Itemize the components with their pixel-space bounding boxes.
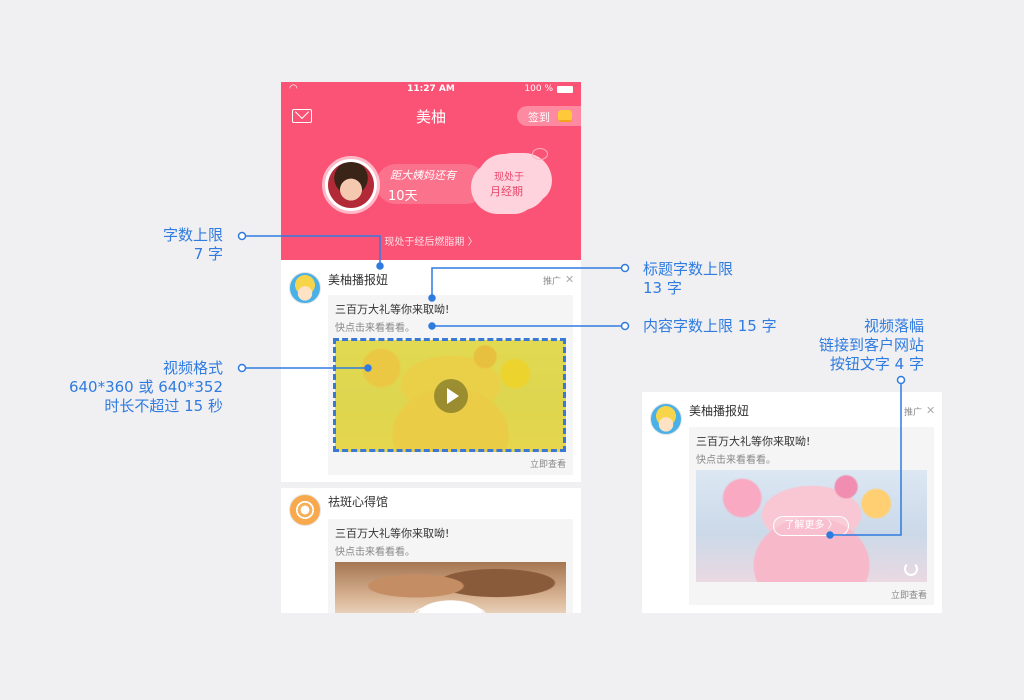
ad-content: 快点击来看看看。 [335,323,415,334]
avatar-photo [328,162,374,208]
annotation-line: 13 字 [643,279,682,297]
countdown-text: 距大姨妈还有 [390,169,456,182]
checkin-button[interactable]: 签到 [517,106,581,126]
ad-card[interactable]: 三百万大礼等你来取呦! 快点击来看看看。 [328,519,573,613]
hero-header: ◠ 11:27 AM 100 % 美柚 签到 距大姨妈还有 10天 现处于 月经… [281,82,581,260]
coins-icon [558,110,572,122]
post-avatar[interactable] [289,272,321,304]
promo-badge: 推广 [904,408,923,418]
phase-cloud[interactable]: 现处于 月经期 [477,148,548,210]
ad-title: 三百万大礼等你来取呦! [696,435,811,448]
annotation-line: 按钮文字 4 字 [829,355,924,373]
nav-bar: 美柚 签到 [281,102,581,130]
ad-image[interactable] [335,562,566,613]
annotation-line: 字数上限 [162,226,223,244]
close-icon[interactable]: ✕ [565,273,574,286]
learn-more-button[interactable]: 了解更多 〉 [773,516,849,536]
annotation-line: 标题字数上限 [643,260,734,278]
ad-title: 三百万大礼等你来取呦! [335,303,450,316]
annotation-video-format: 视频格式 640*360 或 640*352 时长不超过 15 秒 [40,359,223,416]
view-now-link[interactable]: 立即查看 [530,457,566,470]
video-dash-frame [333,338,566,452]
annotation-line: 时长不超过 15 秒 [104,397,223,415]
annotation-line: 链接到客户网站 [818,336,924,354]
period-countdown: 距大姨妈还有 10天 [376,164,486,204]
endcard-preview: 美柚播报妞 推广 ✕ 三百万大礼等你来取呦! 快点击来看看看。 了解更多 〉 立… [642,392,942,613]
post-author[interactable]: 美柚播报妞 [328,271,388,288]
cloud-line1: 现处于 [494,172,524,183]
checkin-label: 签到 [528,111,550,124]
promo-badge: 推广 [543,277,562,287]
annotation-line: 视频落幅 [863,317,924,335]
post-author[interactable]: 祛斑心得馆 [328,493,388,510]
ad-card[interactable]: 三百万大礼等你来取呦! 快点击来看看看。 了解更多 〉 立即查看 [689,427,934,605]
bow-icon [532,148,548,160]
annotation-line: 640*360 或 640*352 [68,378,223,396]
ad-content: 快点击来看看看。 [335,547,415,558]
cloud-line2: 月经期 [490,185,523,198]
ad-content: 快点击来看看看。 [696,455,776,466]
video-endframe[interactable]: 了解更多 〉 [696,470,927,582]
post-author[interactable]: 美柚播报妞 [689,402,749,419]
annotation-endcard: 视频落幅 链接到客户网站 按钮文字 4 字 [780,317,924,374]
annotation-name-limit: 字数上限 7 字 [130,226,223,264]
status-bar: ◠ 11:27 AM 100 % [281,82,581,98]
close-icon[interactable]: ✕ [926,404,935,417]
annotation-title-limit: 标题字数上限 13 字 [643,260,733,298]
post-avatar[interactable] [289,494,321,526]
ad-image-button[interactable] [413,608,487,613]
post-avatar[interactable] [650,403,682,435]
view-now-link[interactable]: 立即查看 [891,588,927,601]
battery-percent: 100 % [524,84,553,94]
annotation-line: 视频格式 [162,359,223,377]
phone-screen: ◠ 11:27 AM 100 % 美柚 签到 距大姨妈还有 10天 现处于 月经… [281,82,581,613]
phase-link[interactable]: 现处于经后燃脂期 〉 [281,233,581,248]
annotation-line: 7 字 [193,245,223,263]
countdown-days: 10天 [388,189,418,204]
user-avatar[interactable] [322,156,380,214]
replay-icon[interactable] [904,562,918,576]
feed-divider [281,482,581,488]
battery-icon [557,86,573,93]
annotation-content-limit: 内容字数上限 15 字 [643,317,777,335]
ad-title: 三百万大礼等你来取呦! [335,527,450,540]
